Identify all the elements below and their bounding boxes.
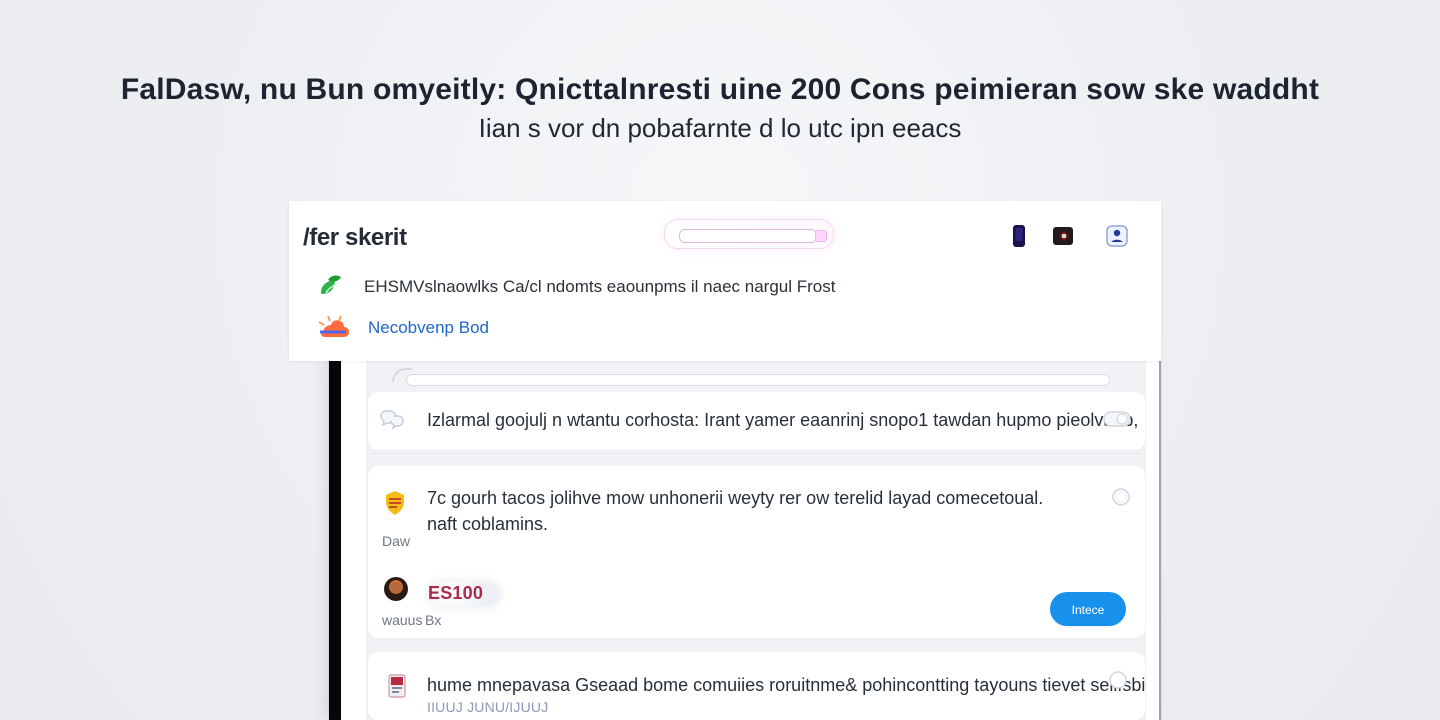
- feed-card-text-secondary: naft coblamins.: [427, 514, 549, 534]
- feed-card-text: hume mnepavasa Gseaad bome comuiies roru…: [427, 675, 1146, 695]
- more-options-icon[interactable]: [1108, 670, 1128, 690]
- feed-search-bar[interactable]: [406, 374, 1110, 386]
- feed-card-text: Izlarmal goojulj n wtantu corhosta: Iran…: [427, 410, 1139, 430]
- profile-icon[interactable]: [1105, 224, 1129, 248]
- brand-title: /fer skerit: [303, 224, 407, 251]
- feed-card-meta: wauus: [382, 612, 423, 628]
- card-divider: [367, 453, 1145, 454]
- leaf-icon: [321, 275, 341, 294]
- primary-action-button[interactable]: Intece: [1050, 592, 1126, 626]
- mobile-icon[interactable]: [1007, 224, 1031, 248]
- avatar-icon: [384, 577, 408, 601]
- suggestion-row-secondary[interactable]: Necobvenp Bod: [316, 314, 489, 342]
- feed-card-meta: IIUUJ JUNU/IJUUJ: [427, 699, 549, 715]
- search-action-icon[interactable]: [815, 230, 827, 242]
- toggle-icon[interactable]: [1103, 409, 1131, 429]
- camera-icon[interactable]: [1051, 224, 1075, 248]
- feed-card-meta: Daw: [382, 533, 411, 549]
- hero-title: FalDasw, nu Bun omyeitly: Qnicttalnresti…: [120, 73, 1320, 106]
- more-options-icon[interactable]: [1111, 487, 1131, 507]
- screen-root: FalDasw, nu Bun omyeitly: Qnicttalnresti…: [0, 0, 1440, 720]
- suggestion-row-primary[interactable]: EHSMVslnaowlks Ca/cl ndomts eaounpms il …: [316, 273, 835, 301]
- search-field-inner[interactable]: [679, 229, 817, 243]
- chat-icon: [380, 410, 404, 430]
- score-badge: ES100: [428, 583, 484, 603]
- suggestion-text: EHSMVslnaowlks Ca/cl ndomts eaounpms il …: [364, 277, 836, 296]
- badge-icon: [386, 491, 404, 515]
- cloud-icon: [318, 315, 349, 337]
- hero-subtitle: Iian s vor dn pobafarnte d lo utc ipn ee…: [478, 113, 962, 143]
- book-icon: [388, 674, 406, 698]
- feed-card-text: 7c gourh tacos jolihve mow unhonerii wey…: [427, 488, 1044, 508]
- suggestion-link[interactable]: Necobvenp Bod: [368, 317, 489, 339]
- feed-card-meta: Bx: [425, 612, 442, 628]
